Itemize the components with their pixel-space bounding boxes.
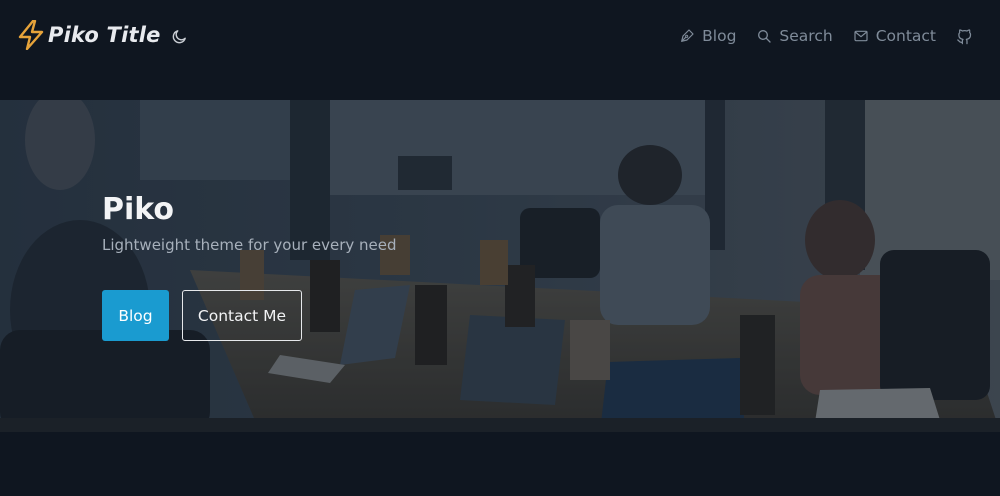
hero-dark-overlay bbox=[0, 100, 1000, 432]
page-bottom-area bbox=[0, 432, 1000, 496]
pen-icon bbox=[681, 29, 694, 42]
site-title: Piko Title bbox=[48, 23, 161, 47]
site-header: Piko Title Blog Search Contact bbox=[0, 0, 1000, 72]
main-nav: Blog Search Contact bbox=[679, 24, 1000, 48]
hero-section: Piko Lightweight theme for your every ne… bbox=[0, 100, 1000, 432]
moon-icon[interactable] bbox=[171, 28, 188, 45]
brand-logo-link[interactable]: Piko Title bbox=[18, 20, 161, 50]
github-icon bbox=[957, 28, 972, 44]
search-icon bbox=[758, 30, 772, 43]
nav-blog-label: Blog bbox=[702, 27, 737, 45]
hero-title: Piko bbox=[102, 192, 175, 227]
nav-item-contact[interactable]: Contact bbox=[853, 27, 936, 45]
blog-button[interactable]: Blog bbox=[102, 290, 169, 341]
lightning-bolt-icon bbox=[18, 20, 44, 50]
contact-me-button[interactable]: Contact Me bbox=[182, 290, 302, 341]
mail-icon bbox=[854, 30, 868, 42]
nav-item-search[interactable]: Search bbox=[756, 27, 833, 45]
hero-subtitle: Lightweight theme for your every need bbox=[102, 236, 397, 254]
github-link[interactable] bbox=[956, 28, 973, 45]
nav-search-label: Search bbox=[779, 27, 833, 45]
nav-contact-label: Contact bbox=[875, 27, 936, 45]
nav-item-blog[interactable]: Blog bbox=[679, 27, 736, 45]
